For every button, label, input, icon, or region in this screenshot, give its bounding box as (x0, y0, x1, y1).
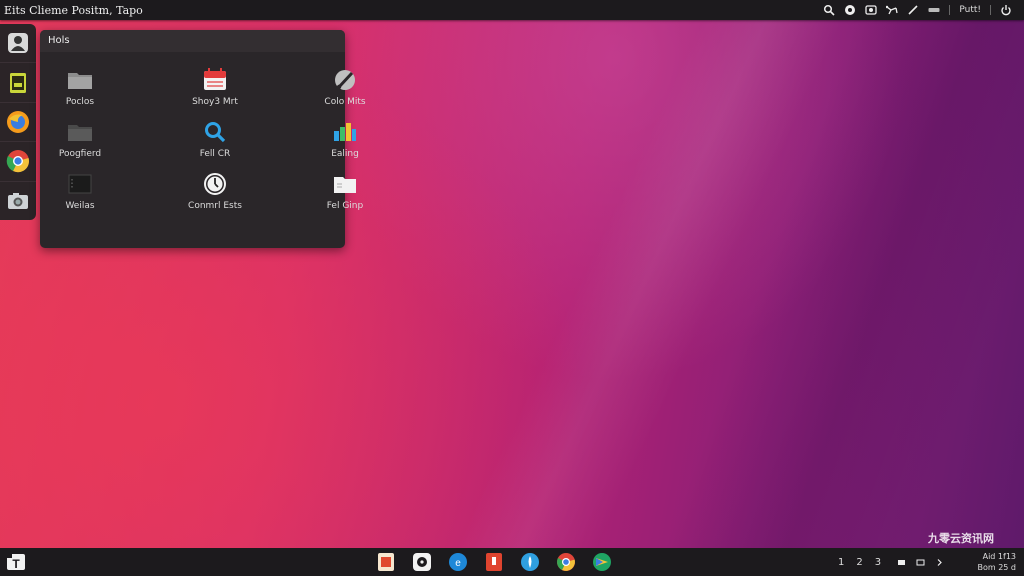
app-label: Shoy3 Mrt (192, 97, 238, 107)
office-icon (486, 553, 502, 571)
workspace-3[interactable]: 3 (875, 557, 881, 568)
workspace-tools (897, 558, 944, 567)
start-label: T (12, 557, 20, 571)
taskbar: T e 1 2 3 Aid 1f13 Bom 25 d (0, 548, 1024, 576)
chrome-icon (557, 553, 575, 571)
power-icon[interactable] (1000, 4, 1012, 16)
taskbar-item-store[interactable] (592, 552, 612, 572)
app-label: Weilas (65, 201, 95, 211)
panel-title: Hols (40, 30, 345, 52)
apps-panel: Hols Poclos Shoy3 Mrt Colo Mits Poogfier… (40, 30, 366, 248)
workspace-switcher: 1 2 3 (838, 548, 944, 576)
search-icon[interactable] (823, 4, 835, 16)
tray-divider (949, 5, 951, 15)
app-launcher-item[interactable]: Conmrl Ests (170, 170, 260, 222)
taskbar-item-feather[interactable] (520, 552, 540, 572)
paint-brush-icon (331, 66, 359, 94)
dock-item-camera[interactable] (0, 182, 36, 220)
taskbar-item-office[interactable] (484, 552, 504, 572)
app-launcher-item[interactable]: Poclos (35, 66, 125, 118)
workspace-2[interactable]: 2 (856, 557, 862, 568)
feather-icon (521, 553, 539, 571)
app-label: Poclos (65, 97, 95, 107)
taskbar-item-text-editor[interactable] (376, 552, 396, 572)
media-player-icon (413, 553, 431, 571)
camera-icon (8, 192, 28, 209)
notes-app-icon (10, 72, 26, 93)
app-label: Fell CR (199, 149, 231, 159)
calendar-icon (201, 66, 229, 94)
taskbar-item-chrome[interactable] (556, 552, 576, 572)
app-label: Colo Mits (324, 97, 366, 107)
text-editor-icon (378, 553, 394, 571)
top-bar: Eits Clieme Positm, Tapo Putt! (0, 0, 1024, 20)
file-icon (331, 170, 359, 198)
app-label: Conmrl Ests (188, 201, 242, 211)
window-title: Eits Clieme Positm, Tapo (4, 3, 143, 17)
battery-icon[interactable] (928, 4, 940, 16)
pen-icon[interactable] (907, 4, 919, 16)
user-profile-icon (8, 33, 28, 54)
chat-icon[interactable] (844, 4, 856, 16)
search-app-icon (201, 118, 229, 146)
app-launcher-item[interactable]: Fell CR (170, 118, 260, 170)
app-label: Ealing (331, 149, 359, 159)
dock-item-user[interactable] (0, 24, 36, 64)
app-launcher-item[interactable]: Ealing (300, 118, 390, 170)
app-launcher-item[interactable]: Colo Mits (300, 66, 390, 118)
app-launcher-item[interactable]: Fel Ginp (300, 170, 390, 222)
network-icon[interactable] (886, 4, 898, 16)
taskbar-item-media-player[interactable] (412, 552, 432, 572)
keyboard-icon[interactable] (916, 558, 925, 567)
folder-icon (66, 66, 94, 94)
system-tray: Putt! (823, 4, 1012, 16)
firefox-icon (7, 111, 29, 134)
workspace-1[interactable]: 1 (838, 557, 844, 568)
start-button[interactable]: T (4, 552, 28, 572)
watermark: 九零云资讯网 (928, 532, 994, 545)
dock-item-firefox[interactable] (0, 103, 36, 143)
tray-divider (990, 5, 991, 15)
svg-text:e: e (455, 558, 461, 569)
app-launcher-item[interactable]: Shoy3 Mrt (170, 66, 260, 118)
clock-icon (201, 170, 229, 198)
dark-folder-icon (66, 118, 94, 146)
app-label: Poogfierd (58, 149, 102, 159)
taskbar-apps: e (376, 552, 612, 572)
terminal-icon (66, 170, 94, 198)
chart-app-icon (331, 118, 359, 146)
app-label: Fel Ginp (326, 201, 364, 211)
taskbar-item-edge[interactable]: e (448, 552, 468, 572)
store-icon (593, 553, 611, 571)
app-launcher-item[interactable]: Weilas (35, 170, 125, 222)
chevron-right-icon[interactable] (935, 558, 944, 567)
screenshot-icon[interactable] (865, 4, 878, 16)
clock-time: Aid 1f13 (982, 552, 1016, 561)
app-grid: Poclos Shoy3 Mrt Colo Mits Poogfierd Fel… (40, 66, 366, 222)
edge-icon: e (449, 553, 467, 571)
desktop-icon[interactable] (897, 558, 906, 567)
dock-item-notes[interactable] (0, 63, 36, 103)
dock-item-chrome[interactable] (0, 142, 36, 182)
clock-date: Bom 25 d (977, 563, 1016, 572)
clock[interactable]: Aid 1f13 Bom 25 d (977, 551, 1016, 573)
app-launcher-item[interactable]: Poogfierd (35, 118, 125, 170)
chrome-icon (6, 150, 29, 173)
user-name[interactable]: Putt! (959, 5, 981, 15)
left-dock (0, 24, 36, 220)
